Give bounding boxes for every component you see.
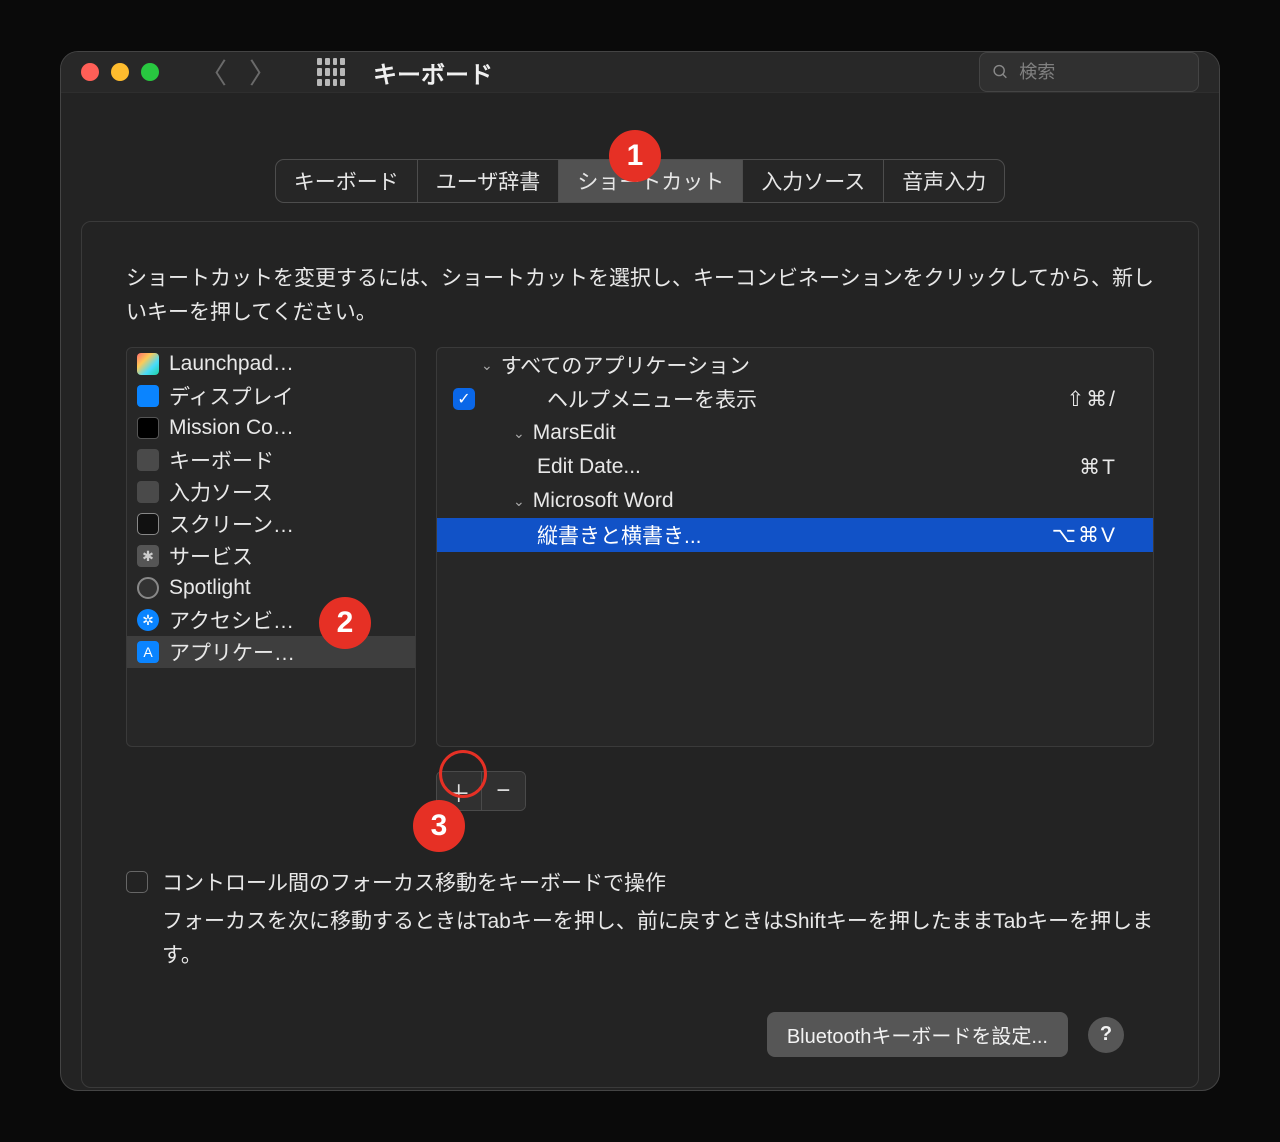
shortcut-keys: ⇧⌘/ [1067,387,1117,412]
sidebar-item-label: Launchpad… [169,352,294,376]
shortcut-keys: ⌘T [1079,455,1117,480]
sidebar-item-6[interactable]: ✱ サービス [127,540,415,572]
back-button[interactable]: 〈 [199,52,227,92]
window-controls [81,63,159,81]
close-window-button[interactable] [81,63,99,81]
applications-icon: A [137,641,159,663]
shortcut-group-2[interactable]: ⌄ Microsoft Word [437,484,1153,518]
sidebar-item-label: サービス [169,541,253,571]
tab-3[interactable]: 入力ソース [743,160,884,202]
sidebar-item-label: スクリーン… [169,509,294,539]
tab-1[interactable]: ユーザ辞書 [418,160,560,202]
shortcut-checkbox[interactable]: ✓ [453,388,475,410]
titlebar: 〈 〉 キーボード [61,52,1219,93]
sidebar-item-label: アプリケー… [169,637,295,667]
shortcut-group-label: Microsoft Word [533,489,1137,513]
tab-4[interactable]: 音声入力 [884,160,1004,202]
sidebar-item-8[interactable]: ✲ アクセシビ… [127,604,415,636]
annotation-badge-3: 3 [413,800,465,852]
services-icon: ✱ [137,545,159,567]
sidebar-item-4[interactable]: 入力ソース [127,476,415,508]
sidebar-item-label: Mission Co… [169,416,294,440]
preferences-window: 1 2 3 〈 〉 キーボード キーボードユーザ辞書ショートカット入力ソース音声… [60,51,1220,1091]
shortcut-group-1[interactable]: ⌄ MarsEdit [437,416,1153,450]
shortcut-list[interactable]: ⌄ すべてのアプリケーション ✓ ヘルプメニューを表示⇧⌘/ ⌄ MarsEdit Edit… [436,347,1154,747]
shortcuts-panel: ショートカットを変更するには、ショートカットを選択し、キーコンビネーションをクリ… [81,221,1199,1088]
chevron-down-icon: ⌄ [513,425,525,442]
annotation-ring-3 [439,750,487,798]
keyboard-icon [137,449,159,471]
sidebar-item-7[interactable]: Spotlight [127,572,415,604]
launchpad-icon [137,353,159,375]
shortcut-label: ヘルプメニューを表示 [547,384,1067,414]
search-field[interactable] [979,52,1199,92]
shortcut-group-label: すべてのアプリケーション [501,350,1137,380]
sidebar-item-9[interactable]: A アプリケー… [127,636,415,668]
chevron-down-icon: ⌄ [481,357,493,374]
keyboard-focus-checkbox[interactable] [126,871,148,893]
forward-button[interactable]: 〉 [249,52,277,92]
input-source-icon [137,481,159,503]
chevron-down-icon: ⌄ [513,493,525,510]
shortcut-item[interactable]: ✓ ヘルプメニューを表示⇧⌘/ [437,382,1153,416]
search-icon [992,62,1009,82]
sidebar-item-label: ディスプレイ [169,381,294,411]
annotation-badge-2: 2 [319,597,371,649]
help-button[interactable]: ? [1088,1017,1124,1053]
spotlight-icon [137,577,159,599]
sidebar-item-5[interactable]: スクリーン… [127,508,415,540]
sidebar-item-2[interactable]: Mission Co… [127,412,415,444]
shortcut-label: 縦書きと横書き... [537,520,1052,550]
shortcut-group-label: MarsEdit [533,421,1137,445]
display-icon [137,385,159,407]
minimize-window-button[interactable] [111,63,129,81]
search-input[interactable] [1019,62,1186,83]
accessibility-icon: ✲ [137,609,159,631]
sidebar-item-label: キーボード [169,445,274,475]
shortcut-item[interactable]: Edit Date...⌘T [437,450,1153,484]
sidebar-item-label: 入力ソース [169,477,273,507]
nav-arrows: 〈 〉 [199,52,277,92]
remove-shortcut-button[interactable]: − [481,772,526,810]
keyboard-focus-label: コントロール間のフォーカス移動をキーボードで操作 [162,867,666,897]
instruction-text: ショートカットを変更するには、ショートカットを選択し、キーコンビネーションをクリ… [126,262,1154,329]
category-sidebar[interactable]: Launchpad… ディスプレイ Mission Co… キーボード入力ソーススクリ… [126,347,416,747]
sidebar-item-label: Spotlight [169,576,251,600]
mission-control-icon [137,417,159,439]
content: キーボードユーザ辞書ショートカット入力ソース音声入力 ショートカットを変更するに… [61,93,1219,1091]
sidebar-item-0[interactable]: Launchpad… [127,348,415,380]
zoom-window-button[interactable] [141,63,159,81]
keyboard-focus-help: フォーカスを次に移動するときはTabキーを押し、前に戻すときはShiftキーを押… [162,905,1154,972]
sidebar-item-label: アクセシビ… [169,605,294,635]
annotation-badge-1: 1 [609,130,661,182]
tab-0[interactable]: キーボード [276,160,418,202]
show-all-icon[interactable] [317,58,345,86]
shortcut-keys: ⌥⌘V [1052,523,1117,548]
sidebar-item-3[interactable]: キーボード [127,444,415,476]
screenshot-icon [137,513,159,535]
sidebar-item-1[interactable]: ディスプレイ [127,380,415,412]
shortcut-item[interactable]: 縦書きと横書き...⌥⌘V [437,518,1153,552]
shortcut-label: Edit Date... [537,455,1079,479]
shortcut-group-0[interactable]: ⌄ すべてのアプリケーション [437,348,1153,382]
bluetooth-keyboard-button[interactable]: Bluetoothキーボードを設定... [767,1012,1068,1057]
window-title: キーボード [373,55,493,90]
